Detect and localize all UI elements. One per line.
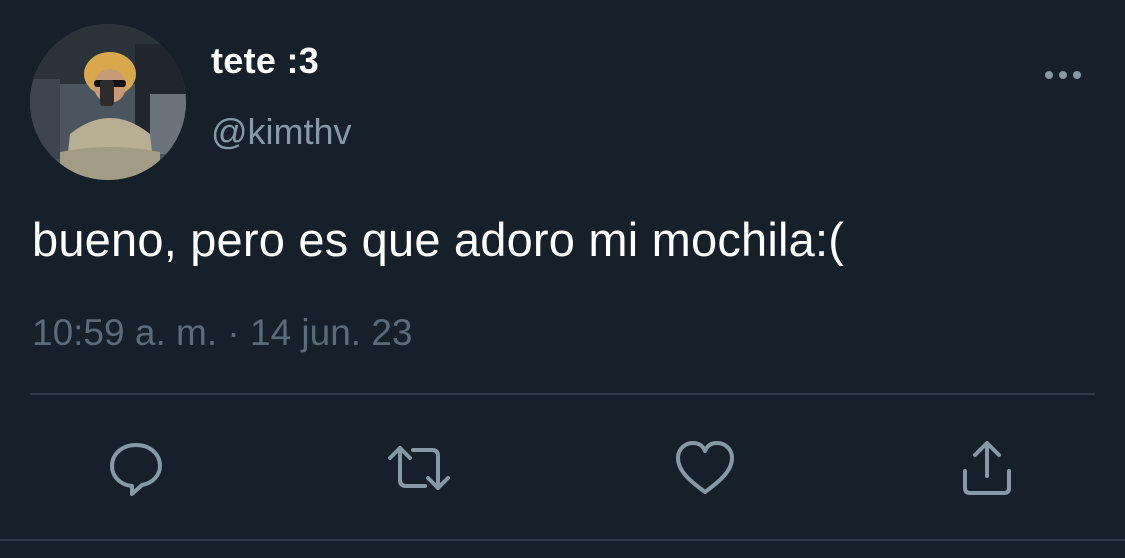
- display-name[interactable]: tete :3: [211, 40, 319, 82]
- bottom-divider: [0, 539, 1125, 541]
- retweet-button[interactable]: [387, 436, 451, 500]
- avatar-photo: [30, 24, 186, 180]
- tweet-text: bueno, pero es que adoro mi mochila:(: [32, 213, 845, 266]
- more-options-button[interactable]: [1038, 60, 1088, 90]
- user-handle[interactable]: @kimthv: [211, 111, 352, 153]
- reply-button[interactable]: [104, 436, 168, 500]
- more-horizontal-icon: [1045, 71, 1081, 79]
- reply-icon: [110, 443, 162, 496]
- heart-icon: [676, 441, 734, 494]
- share-button[interactable]: [955, 436, 1019, 500]
- share-icon: [963, 441, 1011, 495]
- retweet-icon: [388, 446, 450, 490]
- like-button[interactable]: [673, 436, 737, 500]
- tweet-card: tete :3 @kimthv bueno, pero es que adoro…: [0, 0, 1125, 558]
- avatar[interactable]: [30, 24, 186, 180]
- divider: [30, 393, 1095, 395]
- tweet-timestamp[interactable]: 10:59 a. m. · 14 jun. 23: [32, 312, 413, 354]
